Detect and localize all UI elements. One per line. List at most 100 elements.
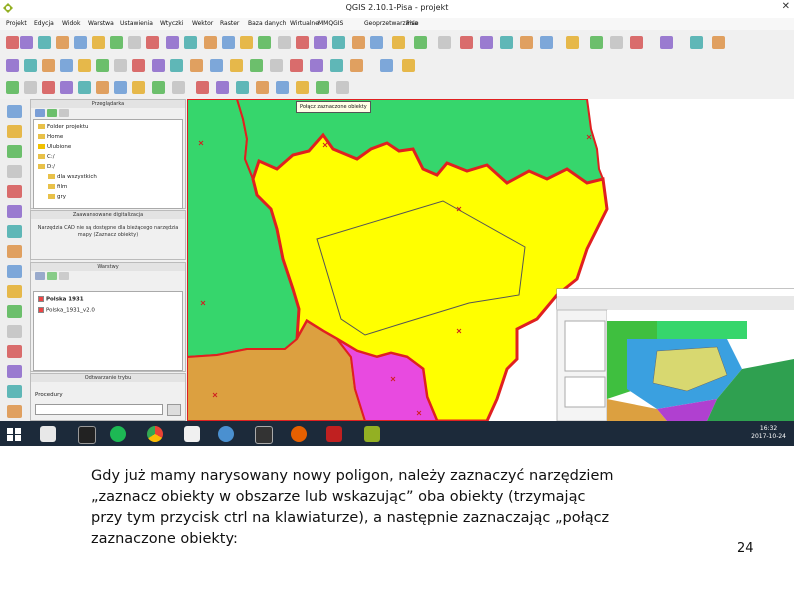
toolbar-tool-icon[interactable] xyxy=(540,36,553,49)
toolbar-tool-icon[interactable] xyxy=(152,81,165,94)
toolbar-tool-icon[interactable] xyxy=(630,36,643,49)
toolbar-tool-icon[interactable] xyxy=(438,36,451,49)
toolbar-tool-icon[interactable] xyxy=(184,36,197,49)
toolbar-tool-icon[interactable] xyxy=(114,81,127,94)
toolbar-tool-icon[interactable] xyxy=(24,59,37,72)
add-layer-tool-icon[interactable] xyxy=(7,145,22,158)
menu-item[interactable]: Wtyczki xyxy=(160,20,183,27)
add-layer-tool-icon[interactable] xyxy=(7,325,22,338)
menu-item[interactable]: Pisa xyxy=(406,20,418,27)
tree-item[interactable]: Folder projektu xyxy=(38,124,88,130)
toolbar-tool-icon[interactable] xyxy=(236,81,249,94)
toolbar-tool-icon[interactable] xyxy=(110,36,123,49)
toolbar-tool-icon[interactable] xyxy=(152,59,165,72)
toolbar-tool-icon[interactable] xyxy=(402,59,415,72)
toolbar-tool-icon[interactable] xyxy=(258,36,271,49)
add-layer-tool-icon[interactable] xyxy=(7,245,22,258)
add-layer-tool-icon[interactable] xyxy=(7,285,22,298)
layer-style-icon[interactable] xyxy=(35,272,45,280)
add-group-icon[interactable] xyxy=(47,272,57,280)
chrome-icon[interactable] xyxy=(147,426,163,442)
tree-item[interactable]: gry xyxy=(48,194,66,200)
toolbar-tool-icon[interactable] xyxy=(352,36,365,49)
map-canvas[interactable] xyxy=(187,99,794,421)
toolbar-tool-icon[interactable] xyxy=(250,59,263,72)
toolbar-tool-icon[interactable] xyxy=(60,81,73,94)
toolbar-tool-icon[interactable] xyxy=(132,59,145,72)
app-17-icon[interactable] xyxy=(326,426,342,442)
toolbar-tool-icon[interactable] xyxy=(566,36,579,49)
toolbar-tool-icon[interactable] xyxy=(314,36,327,49)
add-layer-tool-icon[interactable] xyxy=(7,125,22,138)
toolbar-tool-icon[interactable] xyxy=(336,81,349,94)
toolbar-tool-icon[interactable] xyxy=(270,59,283,72)
tree-item[interactable]: Home xyxy=(38,134,63,140)
order-input[interactable] xyxy=(35,404,163,415)
menu-item[interactable]: Raster xyxy=(220,20,239,27)
toolbar-tool-icon[interactable] xyxy=(6,36,19,49)
tree-item[interactable]: Ulubione xyxy=(38,144,71,150)
checkbox-checked-icon[interactable] xyxy=(38,296,44,302)
toolbar-tool-icon[interactable] xyxy=(690,36,703,49)
add-layer-tool-icon[interactable] xyxy=(7,385,22,398)
menu-item[interactable]: MMQGIS xyxy=(318,20,343,27)
tree-item[interactable]: dla wszystkich xyxy=(48,174,97,180)
toolbar-tool-icon[interactable] xyxy=(114,59,127,72)
add-layer-tool-icon[interactable] xyxy=(7,165,22,178)
wolf-app-icon[interactable] xyxy=(255,426,273,444)
add-layer-tool-icon[interactable] xyxy=(7,265,22,278)
toolbar-tool-icon[interactable] xyxy=(78,81,91,94)
notepad-icon[interactable] xyxy=(184,426,200,442)
tree-item[interactable]: D:/ xyxy=(38,164,55,170)
toolbar-tool-icon[interactable] xyxy=(38,36,51,49)
toolbar-tool-icon[interactable] xyxy=(520,36,533,49)
toolbar-tool-icon[interactable] xyxy=(296,81,309,94)
order-button[interactable] xyxy=(167,404,181,416)
add-layer-tool-icon[interactable] xyxy=(7,305,22,318)
toolbar-tool-icon[interactable] xyxy=(60,59,73,72)
toolbar-tool-icon[interactable] xyxy=(460,36,473,49)
toolbar-tool-icon[interactable] xyxy=(332,36,345,49)
toolbar-tool-icon[interactable] xyxy=(96,59,109,72)
app-4d-icon[interactable] xyxy=(218,426,234,442)
tree-item[interactable]: film xyxy=(48,184,67,190)
add-layer-tool-icon[interactable] xyxy=(7,405,22,418)
toolbar-tool-icon[interactable] xyxy=(230,59,243,72)
toolbar-tool-icon[interactable] xyxy=(290,59,303,72)
toolbar-tool-icon[interactable] xyxy=(222,36,235,49)
layer-item[interactable]: Polska_1931_v2.0 xyxy=(38,307,95,314)
add-layer-tool-icon[interactable] xyxy=(7,225,22,238)
toolbar-tool-icon[interactable] xyxy=(500,36,513,49)
toolbar-tool-icon[interactable] xyxy=(210,59,223,72)
toolbar-tool-icon[interactable] xyxy=(56,36,69,49)
toolbar-tool-icon[interactable] xyxy=(166,36,179,49)
menu-item[interactable]: Wirtualne xyxy=(290,20,319,27)
checkbox-checked-icon[interactable] xyxy=(38,307,44,313)
toolbar-tool-icon[interactable] xyxy=(660,36,673,49)
menu-item[interactable]: Wektor xyxy=(192,20,213,27)
toolbar-tool-icon[interactable] xyxy=(712,36,725,49)
toolbar-tool-icon[interactable] xyxy=(42,59,55,72)
refresh-icon[interactable] xyxy=(35,109,45,117)
windows-start-icon[interactable] xyxy=(6,426,22,442)
toolbar-tool-icon[interactable] xyxy=(330,59,343,72)
toolbar-tool-icon[interactable] xyxy=(610,36,623,49)
toolbar-tool-icon[interactable] xyxy=(204,36,217,49)
toolbar-tool-icon[interactable] xyxy=(42,81,55,94)
menu-item[interactable]: Warstwa xyxy=(88,20,114,27)
filter-icon[interactable] xyxy=(59,109,69,117)
filter-legend-icon[interactable] xyxy=(59,272,69,280)
toolbar-tool-icon[interactable] xyxy=(350,59,363,72)
toolbar-tool-icon[interactable] xyxy=(92,36,105,49)
spotify-icon[interactable] xyxy=(110,426,126,442)
toolbar-tool-icon[interactable] xyxy=(392,36,405,49)
menu-item[interactable]: Edycja xyxy=(34,20,54,27)
toolbar-tool-icon[interactable] xyxy=(316,81,329,94)
toolbar-tool-icon[interactable] xyxy=(20,36,33,49)
toolbar-tool-icon[interactable] xyxy=(146,36,159,49)
menu-item[interactable]: Ustawienia xyxy=(120,20,153,27)
qgis-taskbar-icon[interactable] xyxy=(364,426,380,442)
layer-item[interactable]: Polska 1931 xyxy=(38,296,84,303)
add-layer-tool-icon[interactable] xyxy=(7,105,22,118)
toolbar-tool-icon[interactable] xyxy=(276,81,289,94)
